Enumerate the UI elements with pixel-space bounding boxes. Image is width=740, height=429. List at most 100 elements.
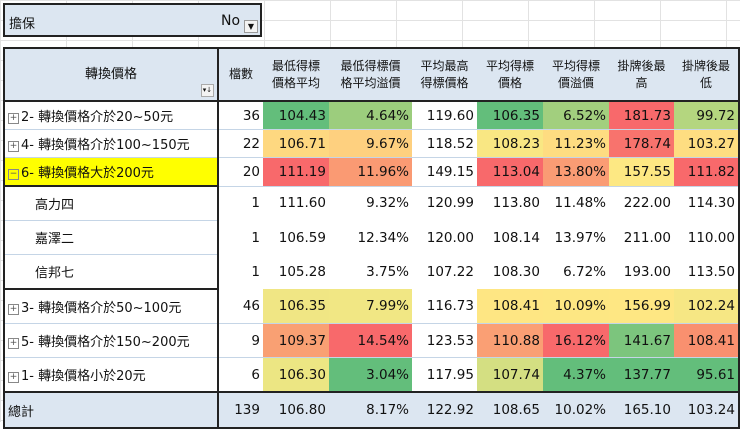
group-row: +4- 轉換價格介於100~150元 22 106.71 9.67% 118.52 108… [4,129,739,158]
row-label-text: 1- 轉換價格小於20元 [21,369,146,384]
value-cell: 108.23 [477,129,543,158]
column-header-label: 平均得標價溢價 [551,58,600,90]
sort-filter-icon[interactable]: ▾↓ [201,84,214,97]
total-cell: 106.80 [263,391,329,429]
column-header[interactable]: 平均得標價格 [477,48,543,102]
row-label[interactable]: +3- 轉換價格介於50~100元 [4,289,219,324]
value-cell: 104.43 [263,101,329,130]
detail-row: 信邦七 1 105.28 3.75% 107.22 108.30 6.72% 193.00 11… [4,254,739,290]
column-header[interactable]: 最低得標價格平均 [263,48,329,102]
row-label[interactable]: 嘉澤二 [4,220,219,255]
total-cell: 10.02% [543,391,609,429]
column-header[interactable]: 平均得標價溢價 [543,48,609,102]
value-cell: 157.55 [609,157,674,187]
value-cell: 106.30 [263,357,329,393]
expand-icon[interactable]: + [8,141,19,152]
column-header[interactable]: 掛牌後最高 [609,48,674,102]
value-cell: 113.50 [687,263,735,280]
row-label[interactable]: 高力四 [4,186,219,221]
row-label[interactable]: +4- 轉換價格介於100~150元 [4,129,219,158]
value-cell: 109.37 [263,323,329,358]
detail-row: 嘉澤二 1 106.59 12.34% 120.00 108.14 13.97% 211.00… [4,220,739,255]
value-cell: 12.34% [357,229,409,246]
value-cell: 95.61 [674,357,739,393]
value-cell: 4.64% [329,101,412,130]
group-row: +2- 轉換價格介於20~50元 36 104.43 4.64% 119.60 106.3… [4,101,739,130]
value-cell: 46 [218,289,263,324]
value-cell: 137.77 [609,357,674,393]
filter-label: 擔保 [9,17,36,32]
value-cell: 102.24 [674,289,739,324]
group-row: +1- 轉換價格小於20元 6 106.30 3.04% 117.95 107.74 4.3… [4,357,739,393]
expand-icon[interactable]: + [8,338,19,349]
row-label-text: 4- 轉換價格介於100~150元 [21,138,190,153]
collapse-icon[interactable]: − [8,169,19,180]
total-cell: 108.65 [477,391,543,429]
column-header-label: 最低得標價格平均 [271,58,320,90]
value-cell: 6.52% [543,101,609,130]
value-cell: 120.00 [426,229,474,246]
row-label-text: 2- 轉換價格介於20~50元 [21,110,174,125]
filter-dropdown-icon[interactable]: ▼ [244,20,258,33]
row-label-text: 3- 轉換價格介於50~100元 [21,301,182,316]
column-header[interactable]: 檔數 [218,48,263,102]
total-cell: 165.10 [609,391,674,429]
value-cell: 1 [251,263,260,280]
row-label-text: 信邦七 [35,266,75,281]
value-cell: 6.72% [563,263,606,280]
value-cell: 4.37% [543,357,609,393]
value-cell: 120.99 [426,195,474,212]
value-cell: 108.41 [674,323,739,358]
total-cell: 103.24 [674,391,739,429]
column-header-label: 檔數 [228,67,253,81]
row-label[interactable]: +5- 轉換價格介於150~200元 [4,323,219,358]
value-cell: 119.60 [412,101,477,130]
column-header[interactable]: 轉換價格 ▾↓ [4,48,219,102]
filter-value: No [221,13,241,29]
row-label[interactable]: +2- 轉換價格介於20~50元 [4,101,219,130]
expand-icon[interactable]: + [8,372,19,383]
value-cell: 13.97% [554,229,606,246]
value-cell: 9.32% [366,195,409,212]
expand-icon[interactable]: + [8,113,19,124]
value-cell: 22 [218,129,263,158]
column-header-label: 掛牌後最低 [681,58,730,90]
value-cell: 108.41 [477,289,543,324]
value-cell: 111.19 [263,157,329,187]
column-header[interactable]: 掛牌後最低 [674,48,739,102]
value-cell: 178.74 [609,129,674,158]
value-cell: 11.48% [554,195,606,212]
value-cell: 193.00 [623,263,671,280]
value-cell: 106.35 [263,289,329,324]
value-cell: 3.04% [329,357,412,393]
row-label[interactable]: 信邦七 [4,254,219,290]
column-header-label: 轉換價格 [84,67,137,82]
value-cell: 36 [218,101,263,130]
group-row: −6- 轉換價格大於200元 20 111.19 11.96% 149.15 113.04… [4,157,739,187]
value-cell: 107.22 [426,263,474,280]
value-cell: 20 [218,157,263,187]
column-header[interactable]: 最低得標價格平均溢價 [329,48,412,102]
value-cell: 13.80% [543,157,609,187]
detail-row: 高力四 1 111.60 9.32% 120.99 113.80 11.48% 222.00 1… [4,186,739,221]
report-filter: 擔保 No ▼ [3,3,262,37]
value-cell: 9.67% [329,129,412,158]
value-cell: 9 [218,323,263,358]
row-label[interactable]: −6- 轉換價格大於200元 [4,157,219,187]
value-cell: 16.12% [543,323,609,358]
value-cell: 6 [218,357,263,393]
value-cell: 106.59 [278,229,326,246]
grand-total-label: 總計 [4,391,219,429]
value-cell: 107.74 [477,357,543,393]
column-header-label: 最低得標價格平均溢價 [340,58,401,90]
value-cell: 108.30 [492,263,540,280]
value-cell: 103.27 [674,129,739,158]
row-label-text: 5- 轉換價格介於150~200元 [21,335,190,350]
row-label[interactable]: +1- 轉換價格小於20元 [4,357,219,393]
value-cell: 111.82 [674,157,739,187]
value-cell: 14.54% [329,323,412,358]
expand-icon[interactable]: + [8,304,19,315]
value-cell: 11.96% [329,157,412,187]
column-header[interactable]: 平均最高得標價格 [412,48,477,102]
value-cell: 149.15 [412,157,477,187]
